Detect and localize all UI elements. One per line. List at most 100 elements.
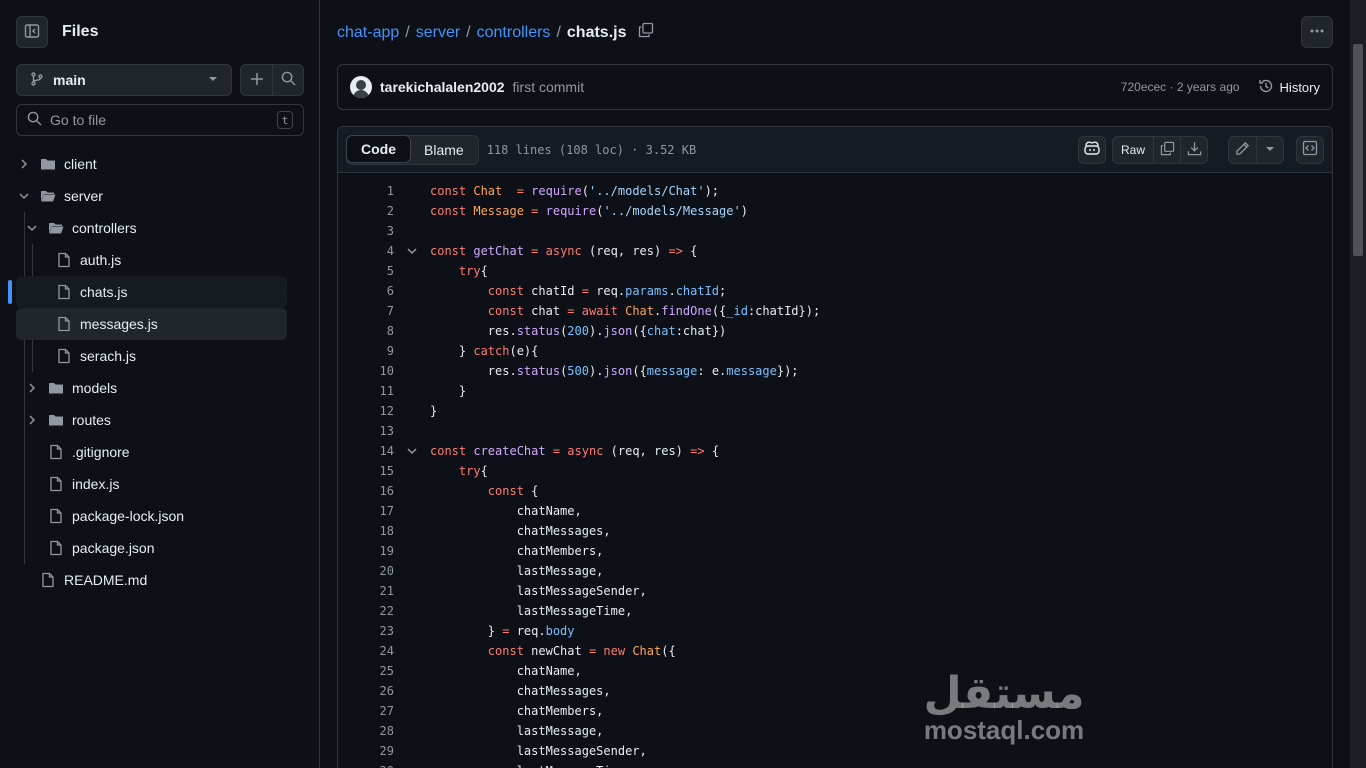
line-number[interactable]: 7 [338, 304, 394, 318]
breadcrumb-controllers-link[interactable]: controllers [477, 24, 551, 42]
line-number[interactable]: 15 [338, 464, 394, 478]
code-text: const getChat = async (req, res) => { [430, 244, 697, 258]
code-token: 200 [567, 324, 589, 338]
fold-chevron-icon[interactable] [394, 245, 430, 257]
scrollbar-thumb[interactable] [1353, 44, 1363, 256]
tree-file-gitignore[interactable]: .gitignore [24, 436, 287, 468]
line-number[interactable]: 22 [338, 604, 394, 618]
line-number[interactable]: 30 [338, 764, 394, 768]
tree-folder-routes[interactable]: routes [24, 404, 287, 436]
line-number[interactable]: 5 [338, 264, 394, 278]
breadcrumb-separator: / [556, 23, 561, 41]
line-number[interactable]: 26 [338, 684, 394, 698]
code-token: const [487, 284, 532, 298]
copy-raw-button[interactable] [1153, 136, 1180, 163]
code-text: chatMembers, [430, 704, 604, 718]
add-file-button[interactable] [241, 65, 272, 95]
line-number[interactable]: 25 [338, 664, 394, 678]
search-code-button[interactable] [272, 65, 303, 95]
page-scrollbar[interactable] [1350, 0, 1366, 768]
code-line: 29 lastMessageSender, [338, 741, 1332, 761]
line-number[interactable]: 23 [338, 624, 394, 638]
code-token: Message [473, 204, 524, 218]
go-to-file-input[interactable] [50, 112, 277, 128]
code-token: ). [588, 324, 604, 338]
symbols-panel-button[interactable] [1296, 135, 1324, 164]
code-line: 16 const { [338, 481, 1332, 501]
line-number[interactable]: 12 [338, 404, 394, 418]
code-token: lastMessageSender, [430, 744, 647, 758]
file-icon [48, 540, 64, 556]
code-token: (req, res) [610, 444, 691, 458]
commit-message[interactable]: first commit [513, 79, 585, 95]
fold-chevron-icon[interactable] [394, 445, 430, 457]
tree-file-package-lock-json[interactable]: package-lock.json [24, 500, 287, 532]
tree-folder-models[interactable]: models [24, 372, 287, 404]
raw-button[interactable]: Raw [1113, 137, 1153, 163]
line-number[interactable]: 20 [338, 564, 394, 578]
line-number[interactable]: 4 [338, 244, 394, 258]
line-number[interactable]: 2 [338, 204, 394, 218]
tab-code[interactable]: Code [346, 134, 411, 163]
code-token: = [545, 444, 568, 458]
tree-file-auth-js[interactable]: auth.js [32, 244, 287, 276]
breadcrumb-current-file: chats.js [566, 23, 627, 41]
commit-author[interactable]: tarekichalalen2002 [380, 79, 505, 95]
line-number[interactable]: 11 [338, 384, 394, 398]
line-number[interactable]: 16 [338, 484, 394, 498]
tree-file-chats-js[interactable]: chats.js [16, 276, 287, 308]
tree-file-readme-md[interactable]: README.md [16, 564, 287, 596]
line-number[interactable]: 14 [338, 444, 394, 458]
more-options-button[interactable] [1301, 16, 1333, 48]
line-number[interactable]: 8 [338, 324, 394, 338]
line-number[interactable]: 17 [338, 504, 394, 518]
line-number[interactable]: 9 [338, 344, 394, 358]
download-raw-button[interactable] [1180, 136, 1207, 163]
history-button[interactable]: History [1252, 78, 1320, 97]
code-token: require [545, 204, 597, 218]
line-number[interactable]: 19 [338, 544, 394, 558]
breadcrumb-repo-link[interactable]: chat-app [337, 24, 399, 42]
tree-folder-client[interactable]: client [16, 148, 287, 180]
line-number[interactable]: 1 [338, 184, 394, 198]
shortcut-key-hint: t [277, 111, 293, 129]
line-number[interactable]: 27 [338, 704, 394, 718]
tree-folder-controllers[interactable]: controllers [24, 212, 287, 244]
file-tree-sidebar: Files main Go to file t client server co… [0, 0, 320, 768]
chevron-down-icon [16, 190, 32, 202]
line-number[interactable]: 10 [338, 364, 394, 378]
line-number[interactable]: 29 [338, 744, 394, 758]
tree-file-package-json[interactable]: package.json [24, 532, 287, 564]
avatar[interactable] [350, 76, 372, 98]
code-line: 26 chatMessages, [338, 681, 1332, 701]
code-token: chat [646, 324, 676, 338]
line-number[interactable]: 24 [338, 644, 394, 658]
code-text: chatName, [430, 664, 582, 678]
code-text: const { [430, 484, 539, 498]
breadcrumb: chat-app / server / controllers / chats.… [337, 22, 654, 43]
line-number[interactable]: 18 [338, 524, 394, 538]
code-token: :chat}) [675, 324, 727, 338]
commit-meta[interactable]: 720ecec · 2 years ago [1121, 80, 1240, 94]
edit-file-button[interactable] [1229, 137, 1256, 163]
line-number[interactable]: 21 [338, 584, 394, 598]
branch-selector[interactable]: main [16, 64, 232, 96]
tree-file-serach-js[interactable]: serach.js [32, 340, 287, 372]
tab-blame[interactable]: Blame [410, 136, 478, 164]
tree-file-messages-js[interactable]: messages.js [16, 308, 287, 340]
tree-item-label: README.md [64, 572, 148, 588]
copilot-button[interactable] [1077, 135, 1106, 164]
copy-path-button[interactable] [638, 22, 654, 43]
line-number[interactable]: 6 [338, 284, 394, 298]
tree-file-index-js[interactable]: index.js [24, 468, 287, 500]
line-number[interactable]: 3 [338, 224, 394, 238]
tree-item-label: auth.js [80, 252, 122, 268]
breadcrumb-server-link[interactable]: server [416, 24, 460, 42]
collapse-sidebar-button[interactable] [16, 16, 48, 48]
line-number[interactable]: 28 [338, 724, 394, 738]
edit-options-dropdown[interactable] [1256, 136, 1283, 163]
search-icon [281, 71, 296, 89]
tree-folder-server[interactable]: server [16, 180, 287, 212]
line-number[interactable]: 13 [338, 424, 394, 438]
